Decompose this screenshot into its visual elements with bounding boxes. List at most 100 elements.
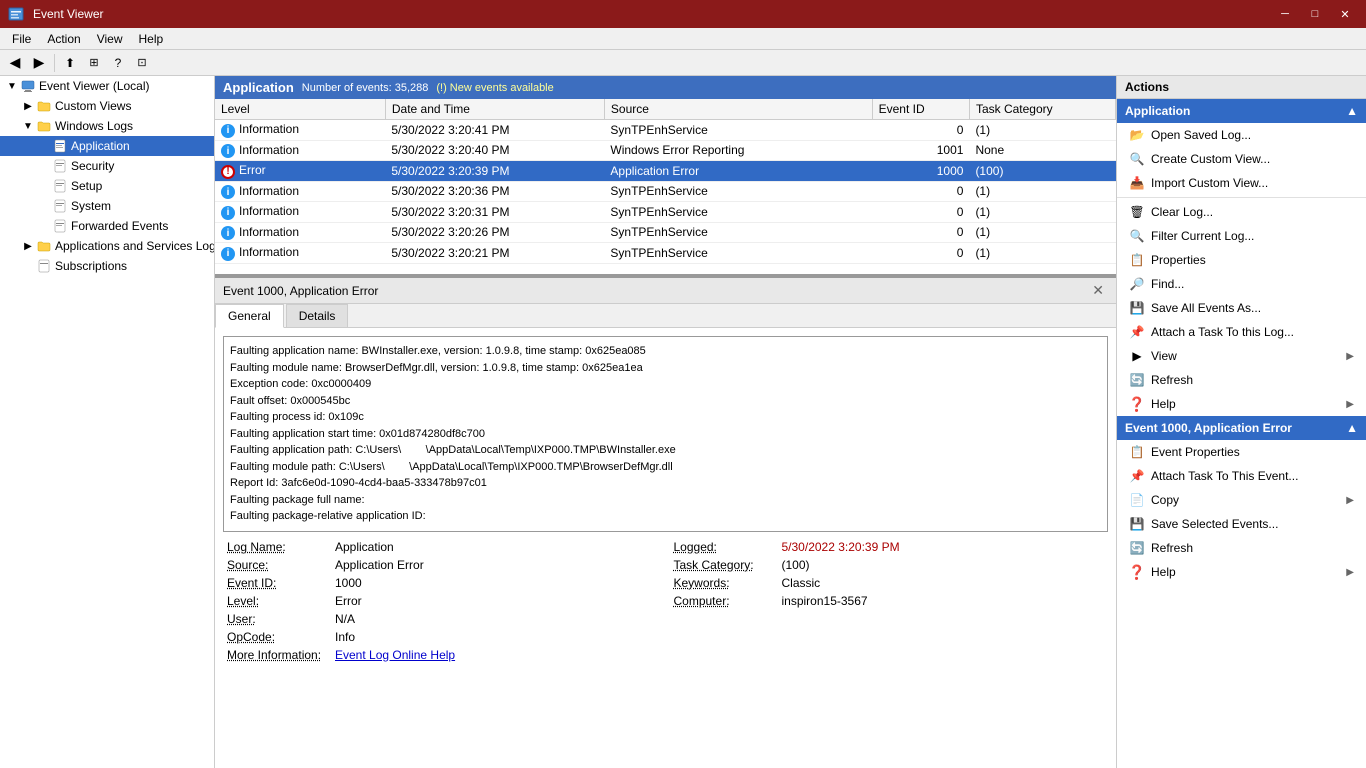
tree-system[interactable]: System (0, 196, 214, 216)
tab-general[interactable]: General (215, 304, 284, 328)
tab-details[interactable]: Details (286, 304, 349, 327)
minimize-button[interactable]: ─ (1272, 4, 1298, 24)
action-properties-text: Properties (1151, 253, 1206, 267)
tree-custom-views-toggle[interactable]: ▶ (20, 101, 36, 112)
tree-security[interactable]: Security (0, 156, 214, 176)
meta-task-row: Task Category: (100) (674, 558, 1105, 572)
toolbar-extra[interactable]: ⊡ (131, 52, 153, 74)
menu-action[interactable]: Action (39, 30, 88, 48)
event-table: Level Date and Time Source Event ID Task… (215, 99, 1116, 264)
col-level[interactable]: Level (215, 99, 385, 120)
actions-section-event-collapse[interactable]: ▲ (1346, 421, 1358, 435)
event-table-container[interactable]: Level Date and Time Source Event ID Task… (215, 99, 1116, 264)
meta-source-row: Source: Application Error (227, 558, 658, 572)
tree-application[interactable]: Application (0, 136, 214, 156)
action-save-selected-events-label: 💾 Save Selected Events... (1129, 516, 1278, 532)
menu-view[interactable]: View (89, 30, 131, 48)
tree-setup[interactable]: Setup (0, 176, 214, 196)
col-task[interactable]: Task Category (969, 99, 1115, 120)
cell-eventid: 1000 (872, 161, 969, 182)
action-filter-log[interactable]: 🔍 Filter Current Log... (1117, 224, 1366, 248)
col-source[interactable]: Source (604, 99, 872, 120)
meta-keywords-row: Keywords: Classic (674, 576, 1105, 590)
table-row[interactable]: !Error5/30/2022 3:20:39 PMApplication Er… (215, 161, 1116, 182)
action-help-1[interactable]: ❓ Help ▶ (1117, 392, 1366, 416)
action-attach-task[interactable]: 📌 Attach a Task To this Log... (1117, 320, 1366, 344)
tree-custom-views[interactable]: ▶ Custom Views (0, 96, 214, 116)
toolbar-show-hide[interactable]: ⊞ (83, 52, 105, 74)
meta-logname-value: Application (335, 540, 394, 554)
close-button[interactable]: ✕ (1332, 4, 1358, 24)
action-attach-task-event-label: 📌 Attach Task To This Event... (1129, 468, 1298, 484)
cell-level: iInformation (215, 243, 385, 264)
action-open-saved-log[interactable]: 📂 Open Saved Log... (1117, 123, 1366, 147)
left-panel: ▼ Event Viewer (Local) ▶ Custom Views ▼ … (0, 76, 215, 768)
help-1-arrow: ▶ (1346, 399, 1354, 410)
action-view[interactable]: ▶ View ▶ (1117, 344, 1366, 368)
event-detail-header: Event 1000, Application Error ✕ (215, 278, 1116, 304)
menu-help[interactable]: Help (131, 30, 172, 48)
table-row[interactable]: iInformation5/30/2022 3:20:40 PMWindows … (215, 140, 1116, 161)
action-event-properties-label: 📋 Event Properties (1129, 444, 1240, 460)
actions-section-application-collapse[interactable]: ▲ (1346, 104, 1358, 118)
meta-eventid-label: Event ID: (227, 576, 327, 590)
table-row[interactable]: iInformation5/30/2022 3:20:31 PMSynTPEnh… (215, 202, 1116, 223)
toolbar-back[interactable]: ◀ (4, 52, 26, 74)
action-refresh-2[interactable]: 🔄 Refresh (1117, 536, 1366, 560)
action-clear-log-label: 🗑 Clear Log... (1129, 204, 1213, 220)
action-create-custom-view-text: Create Custom View... (1151, 152, 1270, 166)
cell-datetime: 5/30/2022 3:20:21 PM (385, 243, 604, 264)
table-row[interactable]: iInformation5/30/2022 3:20:21 PMSynTPEnh… (215, 243, 1116, 264)
action-save-selected-events[interactable]: 💾 Save Selected Events... (1117, 512, 1366, 536)
help-2-icon: ❓ (1129, 564, 1145, 580)
table-row[interactable]: iInformation5/30/2022 3:20:36 PMSynTPEnh… (215, 181, 1116, 202)
tree-apps-services[interactable]: ▶ Applications and Services Logs (0, 236, 214, 256)
tree-subscriptions[interactable]: Subscriptions (0, 256, 214, 276)
tree-forwarded-events[interactable]: Forwarded Events (0, 216, 214, 236)
col-eventid[interactable]: Event ID (872, 99, 969, 120)
meta-moreinfo-link[interactable]: Event Log Online Help (335, 648, 455, 662)
toolbar-help[interactable]: ? (107, 52, 129, 74)
menu-file[interactable]: File (4, 30, 39, 48)
meta-logged-row: Logged: 5/30/2022 3:20:39 PM (674, 540, 1105, 554)
action-attach-task-event-text: Attach Task To This Event... (1151, 469, 1298, 483)
action-properties[interactable]: 📋 Properties (1117, 248, 1366, 272)
meta-level-label: Level: (227, 594, 327, 608)
action-import-custom-view-text: Import Custom View... (1151, 176, 1268, 190)
toolbar-forward[interactable]: ▶ (28, 52, 50, 74)
view-arrow: ▶ (1346, 351, 1354, 362)
toolbar-up[interactable]: ⬆ (59, 52, 81, 74)
action-create-custom-view[interactable]: 🔍 Create Custom View... (1117, 147, 1366, 171)
action-help-2[interactable]: ❓ Help ▶ (1117, 560, 1366, 584)
tree-windows-logs[interactable]: ▼ Windows Logs (0, 116, 214, 136)
action-clear-log[interactable]: 🗑 Clear Log... (1117, 200, 1366, 224)
cell-taskcategory: None (969, 140, 1115, 161)
action-save-all-events[interactable]: 💾 Save All Events As... (1117, 296, 1366, 320)
tree-windows-logs-toggle[interactable]: ▼ (20, 121, 36, 132)
help-2-arrow: ▶ (1346, 567, 1354, 578)
meta-user-label: User: (227, 612, 327, 626)
action-refresh-1[interactable]: 🔄 Refresh (1117, 368, 1366, 392)
action-event-properties[interactable]: 📋 Event Properties (1117, 440, 1366, 464)
cell-eventid: 0 (872, 243, 969, 264)
event-detail-close[interactable]: ✕ (1088, 282, 1108, 299)
table-row[interactable]: iInformation5/30/2022 3:20:16 PMSynTPEnh… (215, 263, 1116, 264)
cell-eventid: 0 (872, 181, 969, 202)
action-properties-label: 📋 Properties (1129, 252, 1206, 268)
action-filter-log-text: Filter Current Log... (1151, 229, 1254, 243)
tree-root-toggle[interactable]: ▼ (4, 81, 20, 92)
action-import-custom-view[interactable]: 📥 Import Custom View... (1117, 171, 1366, 195)
table-row[interactable]: iInformation5/30/2022 3:20:26 PMSynTPEnh… (215, 222, 1116, 243)
action-attach-task-event[interactable]: 📌 Attach Task To This Event... (1117, 464, 1366, 488)
maximize-button[interactable]: □ (1302, 4, 1328, 24)
tree-apps-services-toggle[interactable]: ▶ (20, 241, 36, 252)
meta-opcode-value: Info (335, 630, 355, 644)
cell-level: !Error (215, 161, 385, 182)
col-datetime[interactable]: Date and Time (385, 99, 604, 120)
action-find[interactable]: 🔎 Find... (1117, 272, 1366, 296)
action-refresh-1-label: 🔄 Refresh (1129, 372, 1193, 388)
tree-root[interactable]: ▼ Event Viewer (Local) (0, 76, 214, 96)
action-copy[interactable]: 📄 Copy ▶ (1117, 488, 1366, 512)
title-bar-left: Event Viewer (8, 6, 103, 22)
table-row[interactable]: iInformation5/30/2022 3:20:41 PMSynTPEnh… (215, 120, 1116, 141)
